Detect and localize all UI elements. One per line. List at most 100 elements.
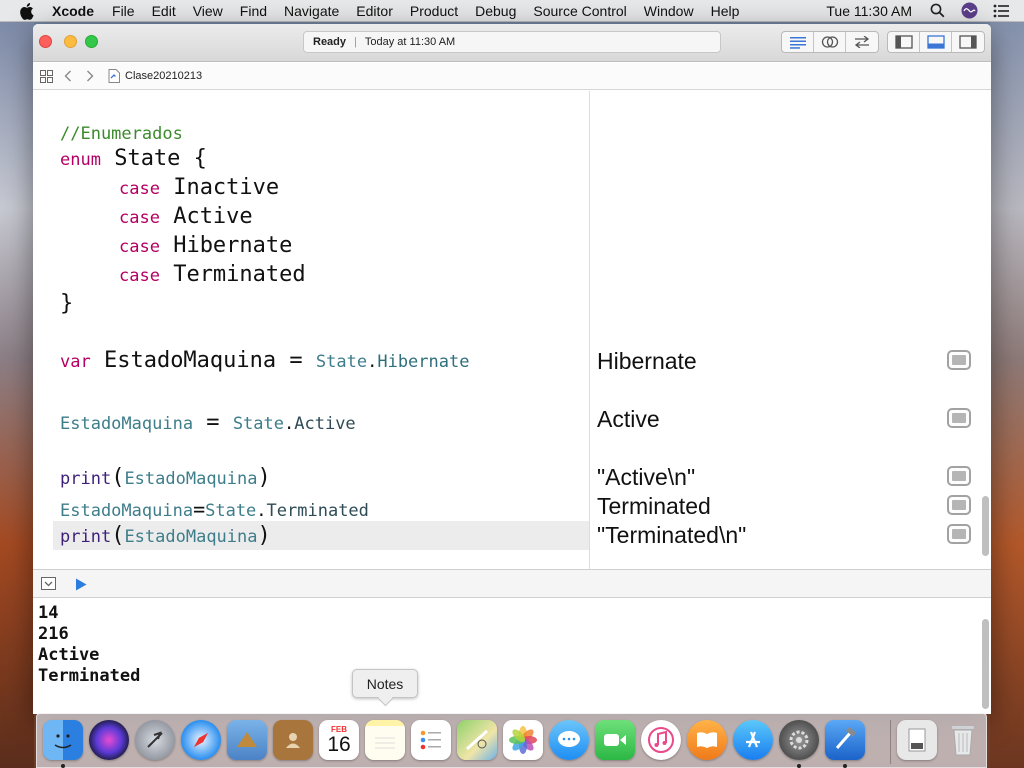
xcode-icon[interactable] — [825, 720, 865, 760]
menu-find[interactable]: Find — [240, 3, 267, 19]
member-terminated: Terminated — [266, 501, 369, 521]
quick-look-button[interactable] — [947, 350, 971, 370]
console-line: Terminated — [38, 666, 141, 686]
menu-window[interactable]: Window — [644, 3, 694, 19]
xcode-window: Ready | Today at 11:30 AM Clase20210213 … — [33, 24, 991, 714]
contacts-icon[interactable] — [273, 720, 313, 760]
zoom-window-button[interactable] — [85, 35, 98, 48]
dock: FEB 16 — [36, 713, 987, 768]
menu-editor[interactable]: Editor — [356, 3, 393, 19]
result-print-active: "Active\n" — [597, 464, 696, 490]
var-name: EstadoMaquina — [90, 348, 290, 373]
notification-center-icon[interactable] — [992, 2, 1010, 20]
version-editor-button[interactable] — [846, 32, 878, 52]
panel-toggle-segment — [887, 31, 985, 53]
menu-file[interactable]: File — [112, 3, 135, 19]
dock-separator — [890, 720, 891, 764]
itunes-icon[interactable] — [641, 720, 681, 760]
inspector-toggle-button[interactable] — [952, 32, 984, 52]
run-playground-icon[interactable] — [75, 578, 87, 596]
result-active: Active — [597, 406, 660, 432]
keyword-case: case — [119, 208, 160, 228]
editor-mode-segment — [781, 31, 879, 53]
menu-navigate[interactable]: Navigate — [284, 3, 339, 19]
var-ref: EstadoMaquina — [60, 414, 194, 434]
assign-operator: = — [193, 410, 233, 435]
case-hibernate: Hibernate — [159, 233, 293, 258]
menu-edit[interactable]: Edit — [152, 3, 176, 19]
keyword-case: case — [119, 179, 160, 199]
quick-look-button[interactable] — [947, 524, 971, 544]
minimize-window-button[interactable] — [64, 35, 77, 48]
siri-icon[interactable] — [960, 2, 978, 20]
title-bar: Ready | Today at 11:30 AM — [33, 24, 991, 62]
editor-scrollbar[interactable] — [982, 496, 989, 556]
case-inactive: Inactive — [159, 175, 280, 200]
spotlight-search-icon[interactable] — [928, 2, 946, 20]
forward-chevron-icon[interactable] — [82, 68, 98, 84]
console-line: Active — [38, 645, 100, 665]
safari-icon[interactable] — [181, 720, 221, 760]
photos-icon[interactable] — [503, 720, 543, 760]
menu-clock[interactable]: Tue 11:30 AM — [826, 3, 912, 19]
apple-menu-icon[interactable] — [20, 2, 36, 20]
running-indicator — [797, 764, 801, 768]
console-line: 14 — [38, 603, 59, 623]
keyword-case: case — [119, 266, 160, 286]
calendar-day: 16 — [327, 732, 351, 756]
mail-icon[interactable] — [227, 720, 267, 760]
menu-source-control[interactable]: Source Control — [533, 3, 626, 19]
code-line-comment: //Enumerados — [60, 124, 183, 144]
assistant-editor-button[interactable] — [814, 32, 846, 52]
quick-look-button[interactable] — [947, 495, 971, 515]
member-hibernate: Hibernate — [377, 352, 470, 372]
code-line-assign-active: EstadoMaquina = State.Active — [60, 410, 356, 435]
code-line-case-hibernate: case Hibernate — [119, 233, 292, 258]
activity-time: Today at 11:30 AM — [364, 36, 456, 48]
menu-debug[interactable]: Debug — [475, 3, 516, 19]
close-window-button[interactable] — [39, 35, 52, 48]
code-line-var-declaration: var EstadoMaquina = State.Hibernate — [60, 348, 469, 373]
menu-app-name[interactable]: Xcode — [52, 3, 94, 19]
menu-help[interactable]: Help — [711, 3, 740, 19]
hide-debug-area-icon[interactable] — [41, 577, 56, 595]
menu-view[interactable]: View — [193, 3, 223, 19]
maps-icon[interactable] — [457, 720, 497, 760]
keyword-enum: enum — [60, 150, 101, 170]
finder-icon[interactable] — [43, 720, 83, 760]
quick-look-button[interactable] — [947, 408, 971, 428]
playground-file-icon — [106, 68, 122, 84]
app-store-icon[interactable] — [733, 720, 773, 760]
result-terminated: Terminated — [597, 493, 711, 519]
dot: . — [284, 414, 295, 434]
ibooks-icon[interactable] — [687, 720, 727, 760]
system-preferences-icon[interactable] — [779, 720, 819, 760]
calendar-icon[interactable]: FEB 16 — [319, 720, 359, 760]
messages-icon[interactable] — [549, 720, 589, 760]
reminders-icon[interactable] — [411, 720, 451, 760]
var-ref: EstadoMaquina — [60, 501, 194, 521]
func-print: print — [60, 469, 112, 489]
menu-product[interactable]: Product — [410, 3, 458, 19]
standard-editor-button[interactable] — [782, 32, 814, 52]
console-scrollbar[interactable] — [982, 619, 989, 709]
breadcrumb-file-name[interactable]: Clase20210213 — [125, 70, 202, 82]
siri-icon[interactable] — [89, 720, 129, 760]
launchpad-icon[interactable] — [135, 720, 175, 760]
code-line-case-inactive: case Inactive — [119, 175, 279, 200]
code-editor[interactable]: //Enumerados enum State { case Inactive … — [33, 91, 589, 569]
debug-area-toggle-button[interactable] — [920, 32, 952, 52]
notes-icon[interactable] — [365, 720, 405, 760]
trash-icon[interactable] — [943, 720, 983, 760]
type-state: State — [315, 352, 368, 372]
paren-close: ) — [257, 465, 271, 490]
facetime-icon[interactable] — [595, 720, 635, 760]
back-chevron-icon[interactable] — [60, 68, 76, 84]
quick-look-button[interactable] — [947, 466, 971, 486]
navigator-toggle-button[interactable] — [888, 32, 920, 52]
console-output[interactable]: 14 216 Active Terminated — [33, 599, 991, 714]
desktop-wallpaper-right — [990, 22, 1024, 768]
running-indicator — [61, 764, 65, 768]
related-items-grid-icon[interactable] — [38, 68, 54, 84]
downloads-stack-icon[interactable] — [897, 720, 937, 760]
